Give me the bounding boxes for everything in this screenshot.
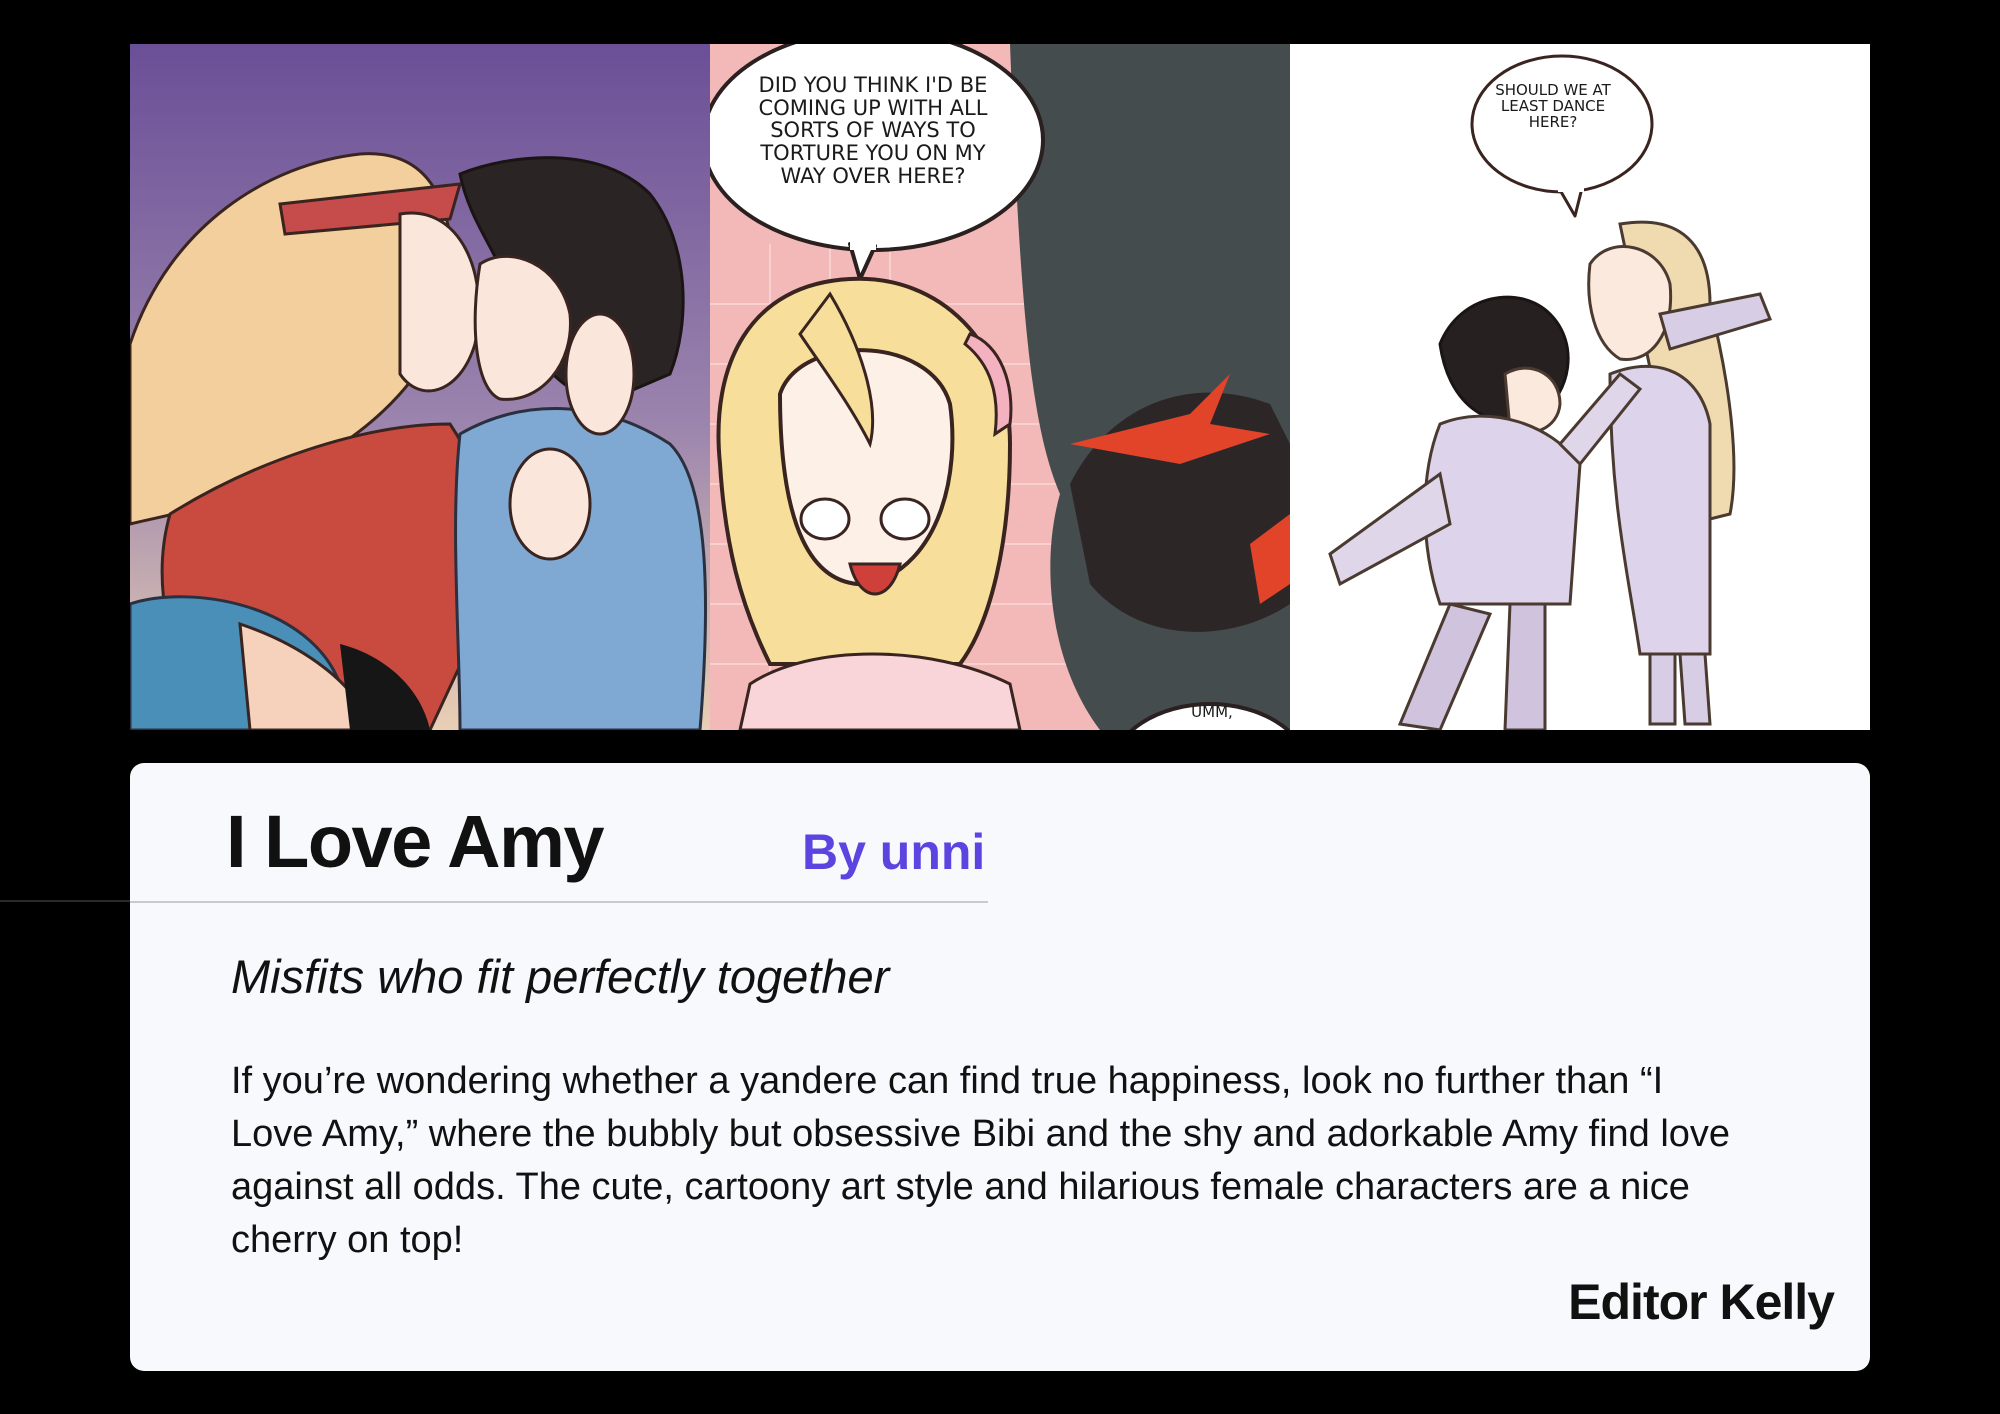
comic-panel-1-art (130, 44, 710, 730)
author-byline: By unni (802, 824, 986, 880)
editor-signature: Editor Kelly (1568, 1274, 1835, 1330)
comic-title: I Love Amy (226, 800, 605, 883)
comic-panel-1 (130, 44, 710, 730)
comic-panel-3: Should we at least dance here? (1290, 44, 1870, 730)
title-divider (130, 901, 988, 903)
comic-description: If you’re wondering whether a yandere ca… (231, 1060, 1731, 1261)
speech-bubble-text-small: Umm, (1191, 703, 1233, 721)
comic-panel-2: Did you think I'd be coming up with all … (710, 44, 1290, 730)
speech-bubble-text: Should we at least dance here? (1495, 81, 1611, 132)
decorative-line (0, 900, 130, 902)
speech-bubble-text: Did you think I'd be coming up with all … (758, 73, 988, 188)
comic-tagline: Misfits who fit perfectly together (231, 950, 890, 1003)
comic-panel-3-art (1290, 44, 1870, 730)
comic-recommendation-card: I Love Amy By unni Misfits who fit perfe… (130, 763, 1870, 1371)
comic-preview-strip: Did you think I'd be coming up with all … (130, 44, 1870, 730)
